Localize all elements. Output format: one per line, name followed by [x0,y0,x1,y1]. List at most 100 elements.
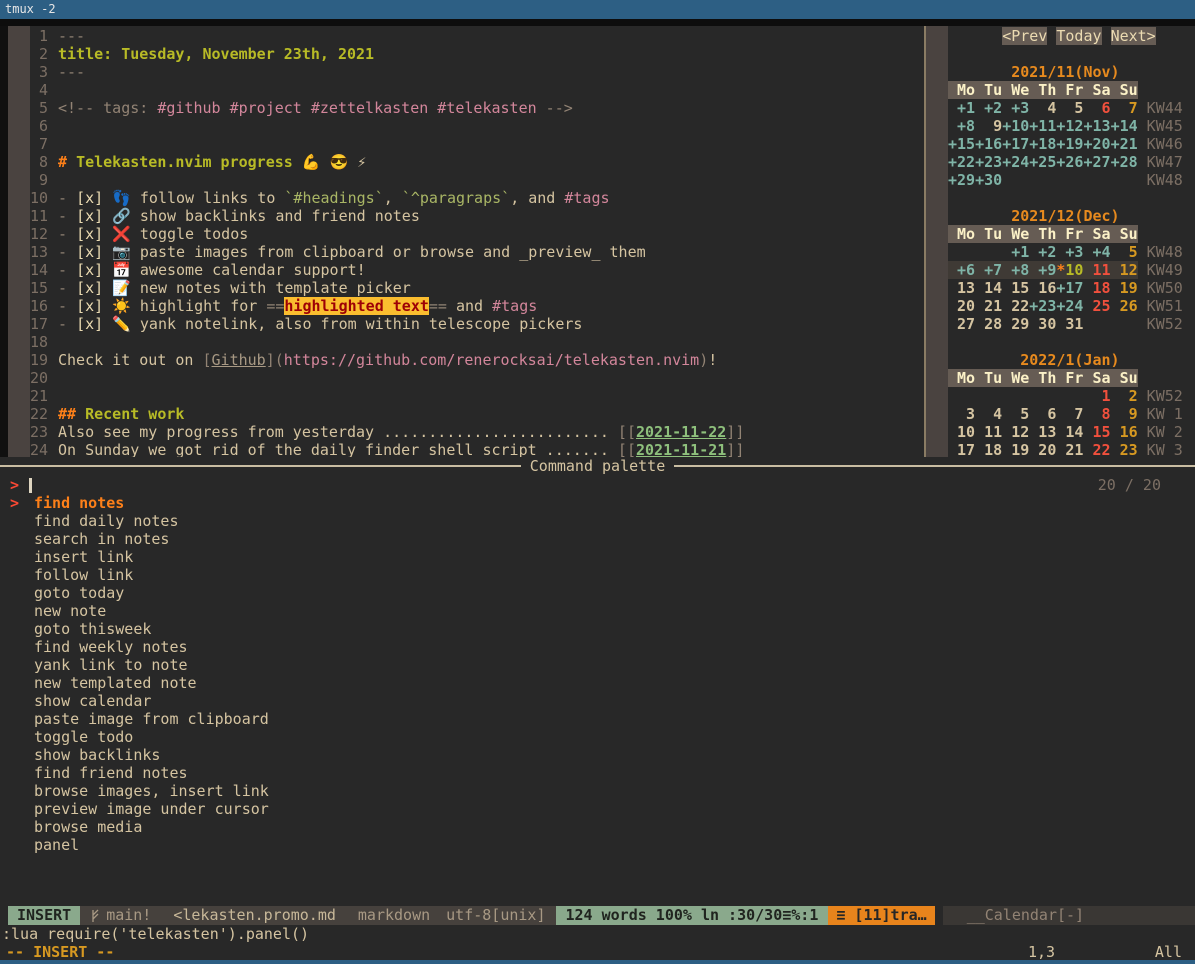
calendar-day[interactable]: 21 [975,297,1002,315]
editor-line[interactable]: 2title: Tuesday, November 23th, 2021 [0,45,924,63]
calendar-day[interactable]: +8 [948,117,975,135]
calendar-day[interactable]: +27 [1083,153,1110,171]
palette-item[interactable]: insert link [34,548,269,566]
editor-line[interactable]: 17- [x] ✏️ yank notelink, also from with… [0,315,924,333]
calendar-day[interactable]: +4 [1083,243,1110,261]
palette-item[interactable]: find daily notes [34,512,269,530]
calendar-day[interactable]: 13 [948,279,975,297]
palette-item[interactable]: panel [34,836,269,854]
palette-item[interactable]: paste image from clipboard [34,710,269,728]
editor-line[interactable]: 5<!-- tags: #github #project #zettelkast… [0,99,924,117]
calendar-day[interactable]: +18 [1029,135,1056,153]
calendar-day[interactable]: 12 [1111,261,1138,279]
palette-item[interactable]: search in notes [34,530,269,548]
editor-line[interactable]: 11- [x] 🔗 show backlinks and friend note… [0,207,924,225]
calendar-day[interactable]: 28 [975,315,1002,333]
calendar-day[interactable]: +13 [1083,117,1110,135]
palette-item[interactable]: new templated note [34,674,269,692]
calendar-day[interactable]: 22 [1002,297,1029,315]
calendar-day[interactable]: 22 [1083,441,1110,457]
calendar-day[interactable]: +23 [975,153,1002,171]
editor-line[interactable]: 14- [x] 📅 awesome calendar support! [0,261,924,279]
calendar-day[interactable]: 14 [975,279,1002,297]
calendar-day[interactable]: 5 [1111,243,1138,261]
calendar-day[interactable]: +3 [1002,99,1029,117]
palette-item[interactable]: new note [34,602,269,620]
editor-line[interactable]: 16- [x] ☀️ highlight for ==highlighted t… [0,297,924,315]
calendar-day[interactable]: +28 [1111,153,1138,171]
calendar-day[interactable]: 29 [1002,315,1029,333]
calendar-nav-button[interactable]: Next> [1111,27,1156,45]
calendar-day[interactable]: 9 [975,117,1002,135]
palette-item[interactable]: preview image under cursor [34,800,269,818]
calendar-day[interactable]: +3 [1056,243,1083,261]
calendar-day[interactable]: 23 [1111,441,1138,457]
calendar-day[interactable]: +7 [975,261,1002,279]
calendar-day[interactable]: +22 [948,153,975,171]
editor-line[interactable]: 19Check it out on [Github](https://githu… [0,351,924,369]
calendar-day[interactable]: +1 [1002,243,1029,261]
palette-item[interactable]: find weekly notes [34,638,269,656]
calendar-day[interactable]: +30 [975,171,1002,189]
calendar-day[interactable]: +15 [948,135,975,153]
calendar-day[interactable]: 10 [1065,261,1083,279]
editor-line[interactable]: 7 [0,135,924,153]
calendar-day[interactable]: +11 [1029,117,1056,135]
calendar-day[interactable]: +9 [1029,261,1056,279]
calendar-day[interactable]: 7 [1056,405,1083,423]
editor-line[interactable]: 3--- [0,63,924,81]
calendar-day[interactable]: +29 [948,171,975,189]
palette-item[interactable]: goto thisweek [34,620,269,638]
statusline-window-name[interactable]: __Calendar[-] [943,906,1195,925]
calendar-day[interactable]: +16 [975,135,1002,153]
calendar-day[interactable]: 18 [1083,279,1110,297]
editor-line[interactable]: 21 [0,387,924,405]
editor-line[interactable]: 12- [x] ❌ toggle todos [0,225,924,243]
calendar-day[interactable]: 27 [948,315,975,333]
calendar-day[interactable]: +2 [1029,243,1056,261]
editor-line[interactable]: 9 [0,171,924,189]
editor-line[interactable]: 20 [0,369,924,387]
calendar-day[interactable]: +10 [1002,117,1029,135]
calendar-day[interactable]: 26 [1111,297,1138,315]
calendar-day[interactable]: 5 [1056,99,1083,117]
palette-item[interactable]: follow link [34,566,269,584]
calendar-day[interactable]: 16 [1111,423,1138,441]
calendar-day[interactable]: 9 [1111,405,1138,423]
calendar-day[interactable]: 11 [975,423,1002,441]
calendar-day[interactable]: +20 [1083,135,1110,153]
calendar-day[interactable]: 2 [1111,387,1138,405]
calendar-day[interactable]: +2 [975,99,1002,117]
calendar-day[interactable]: +26 [1056,153,1083,171]
calendar-day[interactable]: 20 [1029,441,1056,457]
editor-line[interactable]: 13- [x] 📷 paste images from clipboard or… [0,243,924,261]
calendar-day[interactable]: 7 [1111,99,1138,117]
calendar-day[interactable]: +1 [948,99,975,117]
calendar-day[interactable]: +12 [1056,117,1083,135]
editor-line[interactable]: 1--- [0,27,924,45]
calendar-day[interactable]: 10 [948,423,975,441]
editor-pane[interactable]: 1---2title: Tuesday, November 23th, 2021… [0,26,924,457]
vim-command-line[interactable]: :lua require('telekasten').panel() [0,925,1195,943]
calendar-day[interactable]: +21 [1111,135,1138,153]
calendar-day[interactable]: 13 [1029,423,1056,441]
calendar-day[interactable]: +23 [1029,297,1056,315]
calendar-day[interactable]: 18 [975,441,1002,457]
calendar-day[interactable]: 4 [975,405,1002,423]
palette-item[interactable]: yank link to note [34,656,269,674]
calendar-day[interactable]: 31 [1056,315,1083,333]
calendar-day[interactable]: 25 [1083,297,1110,315]
calendar-day[interactable]: 17 [948,441,975,457]
palette-item[interactable]: find friend notes [34,764,269,782]
calendar-nav-button[interactable]: Today [1056,27,1101,45]
calendar-day[interactable]: 19 [1111,279,1138,297]
palette-item[interactable]: show calendar [34,692,269,710]
calendar-day[interactable]: +6 [948,261,975,279]
calendar-day[interactable]: 30 [1029,315,1056,333]
calendar-day[interactable]: +19 [1056,135,1083,153]
calendar-day[interactable]: +25 [1029,153,1056,171]
calendar-day[interactable]: 4 [1029,99,1056,117]
calendar-day[interactable]: 16 [1029,279,1056,297]
calendar-day[interactable]: 12 [1002,423,1029,441]
tmux-titlebar[interactable]: tmux -2 [0,0,1195,19]
